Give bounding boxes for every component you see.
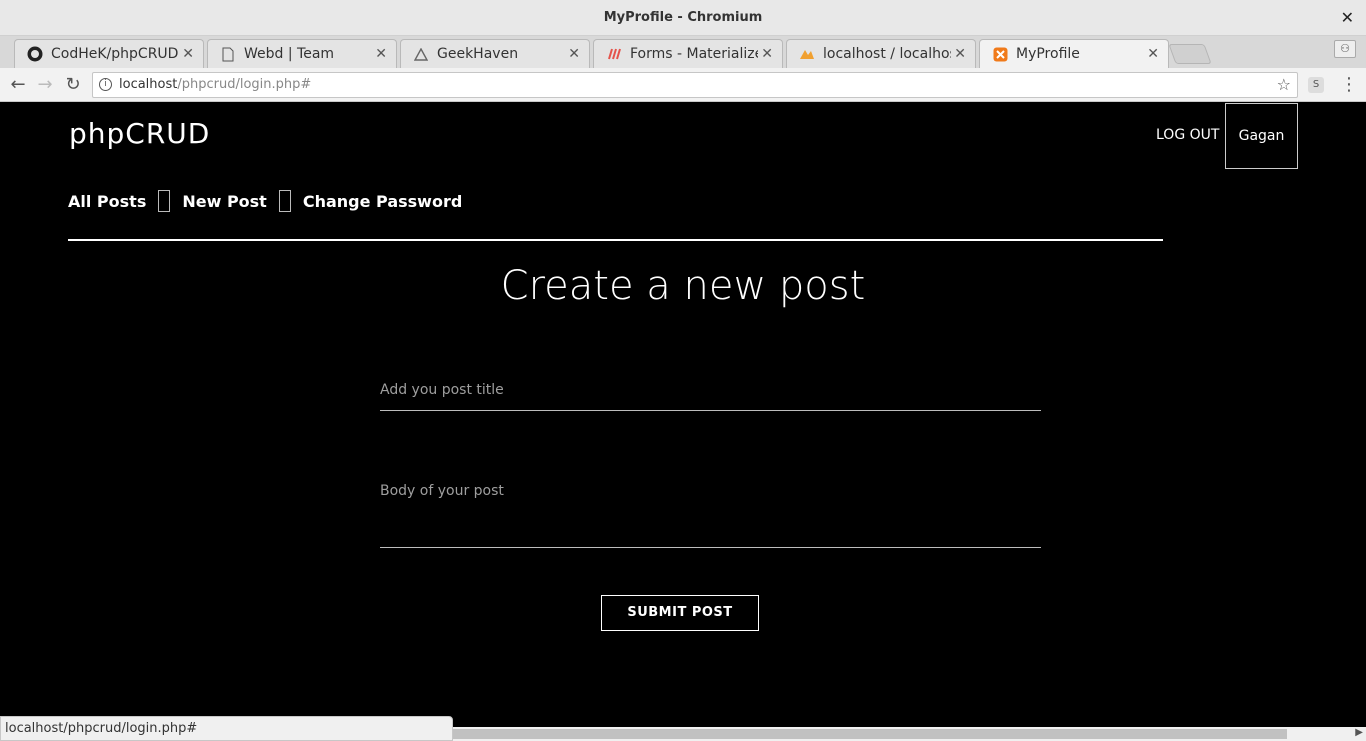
profile-icon[interactable]: ⚇ xyxy=(1334,40,1356,58)
url-path: /phpcrud/login.php# xyxy=(177,77,312,92)
tab-geekhaven[interactable]: GeekHaven ✕ xyxy=(400,39,590,68)
tab-webd[interactable]: Webd | Team ✕ xyxy=(207,39,397,68)
github-icon xyxy=(27,46,43,62)
nav-all-posts[interactable]: All Posts xyxy=(68,192,146,211)
tab-close-icon[interactable]: ✕ xyxy=(568,46,580,62)
tab-github[interactable]: CodHeK/phpCRUD: ✕ xyxy=(14,39,204,68)
horizontal-scrollbar[interactable]: ▶ xyxy=(453,727,1366,741)
phpmyadmin-icon xyxy=(799,46,815,62)
tab-close-icon[interactable]: ✕ xyxy=(375,46,387,62)
tab-close-icon[interactable]: ✕ xyxy=(1147,46,1159,62)
submit-post-button[interactable]: SUBMIT POST xyxy=(601,595,759,631)
address-bar[interactable]: i localhost/phpcrud/login.php# ☆ xyxy=(92,72,1298,98)
scroll-right-icon[interactable]: ▶ xyxy=(1355,727,1363,738)
status-bar: localhost/phpcrud/login.php# xyxy=(0,716,453,741)
xampp-icon xyxy=(992,46,1008,62)
browser-toolbar: ← → ↻ i localhost/phpcrud/login.php# ☆ S… xyxy=(0,68,1366,102)
nav-separator xyxy=(278,190,291,212)
tab-close-icon[interactable]: ✕ xyxy=(954,46,966,62)
post-title-placeholder: Add you post title xyxy=(380,382,504,398)
materialize-icon xyxy=(606,46,622,62)
tab-label: MyProfile xyxy=(1016,46,1080,62)
nav-change-password[interactable]: Change Password xyxy=(303,192,462,211)
window-close-icon[interactable]: ✕ xyxy=(1341,0,1354,36)
scrollbar-thumb[interactable] xyxy=(453,729,1287,739)
window-title: MyProfile - Chromium xyxy=(603,10,763,25)
extension-icon[interactable]: S xyxy=(1308,77,1324,93)
logout-link[interactable]: LOG OUT xyxy=(1156,127,1219,143)
tab-materialize[interactable]: Forms - Materialize ✕ xyxy=(593,39,783,68)
tab-label: GeekHaven xyxy=(437,46,519,62)
tab-label: Forms - Materialize xyxy=(630,46,758,62)
nav-separator xyxy=(158,190,171,212)
info-icon[interactable]: i xyxy=(99,78,112,91)
page-title: Create a new post xyxy=(500,263,866,309)
page-content: phpCRUD LOG OUT Gagan All Posts New Post… xyxy=(0,103,1366,741)
tab-strip: CodHeK/phpCRUD: ✕ Webd | Team ✕ GeekHave… xyxy=(0,36,1366,68)
url-host: localhost xyxy=(119,77,178,92)
post-body-placeholder: Body of your post xyxy=(380,483,504,499)
nav-new-post[interactable]: New Post xyxy=(182,192,266,211)
forward-arrow-icon[interactable]: → xyxy=(34,74,56,96)
tab-phpmyadmin[interactable]: localhost / localhost ✕ xyxy=(786,39,976,68)
new-tab-button[interactable] xyxy=(1168,44,1212,64)
tab-label: CodHeK/phpCRUD: xyxy=(51,46,179,62)
document-icon xyxy=(220,46,236,62)
user-menu[interactable]: Gagan xyxy=(1225,103,1298,169)
post-body-textarea[interactable]: Body of your post xyxy=(380,480,1041,548)
tab-close-icon[interactable]: ✕ xyxy=(182,46,194,62)
sub-navigation: All Posts New Post Change Password xyxy=(68,187,462,215)
brand-logo[interactable]: phpCRUD xyxy=(69,117,210,150)
triangle-logo-icon xyxy=(413,46,429,62)
reload-icon[interactable]: ↻ xyxy=(62,74,84,96)
tab-myprofile[interactable]: MyProfile ✕ xyxy=(979,39,1169,68)
tab-label: Webd | Team xyxy=(244,46,335,62)
divider xyxy=(68,239,1163,241)
tab-label: localhost / localhost xyxy=(823,46,951,62)
back-arrow-icon[interactable]: ← xyxy=(7,74,29,96)
post-title-input[interactable]: Add you post title xyxy=(380,379,1041,411)
window-titlebar: MyProfile - Chromium ✕ xyxy=(0,0,1366,36)
tab-close-icon[interactable]: ✕ xyxy=(761,46,773,62)
menu-dots-icon[interactable]: ⋮ xyxy=(1340,74,1358,95)
bookmark-star-icon[interactable]: ☆ xyxy=(1277,73,1291,97)
